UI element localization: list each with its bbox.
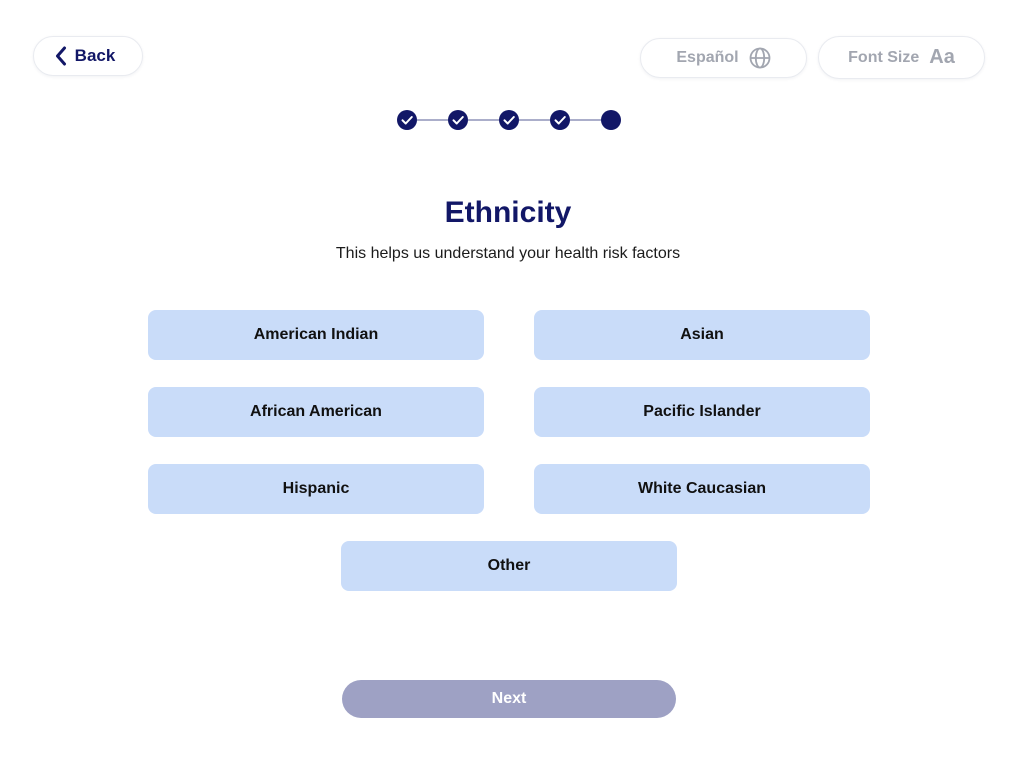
option-pacific-islander[interactable]: Pacific Islander	[534, 387, 870, 437]
option-asian[interactable]: Asian	[534, 310, 870, 360]
option-label: African American	[250, 403, 382, 420]
language-label: Español	[676, 49, 739, 66]
language-toggle-button[interactable]: Español	[640, 38, 807, 78]
step-completed-icon	[550, 110, 570, 130]
back-label: Back	[74, 46, 116, 65]
option-label: American Indian	[253, 326, 379, 343]
font-size-label: Font Size	[848, 48, 920, 66]
option-other[interactable]: Other	[341, 541, 677, 591]
chevron-left-icon	[55, 46, 67, 66]
globe-icon	[749, 47, 771, 69]
option-label: White Caucasian	[637, 480, 767, 497]
next-button[interactable]: Next	[342, 680, 676, 718]
step-completed-icon	[448, 110, 468, 130]
step-current-dot	[601, 110, 621, 130]
option-african-american[interactable]: African American	[148, 387, 484, 437]
option-hispanic[interactable]: Hispanic	[148, 464, 484, 514]
option-label: Pacific Islander	[643, 403, 761, 420]
option-american-indian[interactable]: American Indian	[148, 310, 484, 360]
next-label: Next	[491, 690, 527, 707]
font-size-button[interactable]: Font Size Aa	[818, 36, 985, 79]
back-button[interactable]: Back	[33, 36, 143, 76]
option-label: Hispanic	[282, 480, 350, 497]
option-white-caucasian[interactable]: White Caucasian	[534, 464, 870, 514]
font-size-icon: Aa	[929, 46, 955, 68]
option-label: Other	[487, 557, 531, 574]
page-subtitle: This helps us understand your health ris…	[335, 245, 681, 262]
page-title: Ethnicity	[444, 196, 572, 229]
progress-stepper	[397, 109, 621, 131]
step-completed-icon	[397, 110, 417, 130]
step-completed-icon	[499, 110, 519, 130]
option-label: Asian	[680, 326, 724, 343]
